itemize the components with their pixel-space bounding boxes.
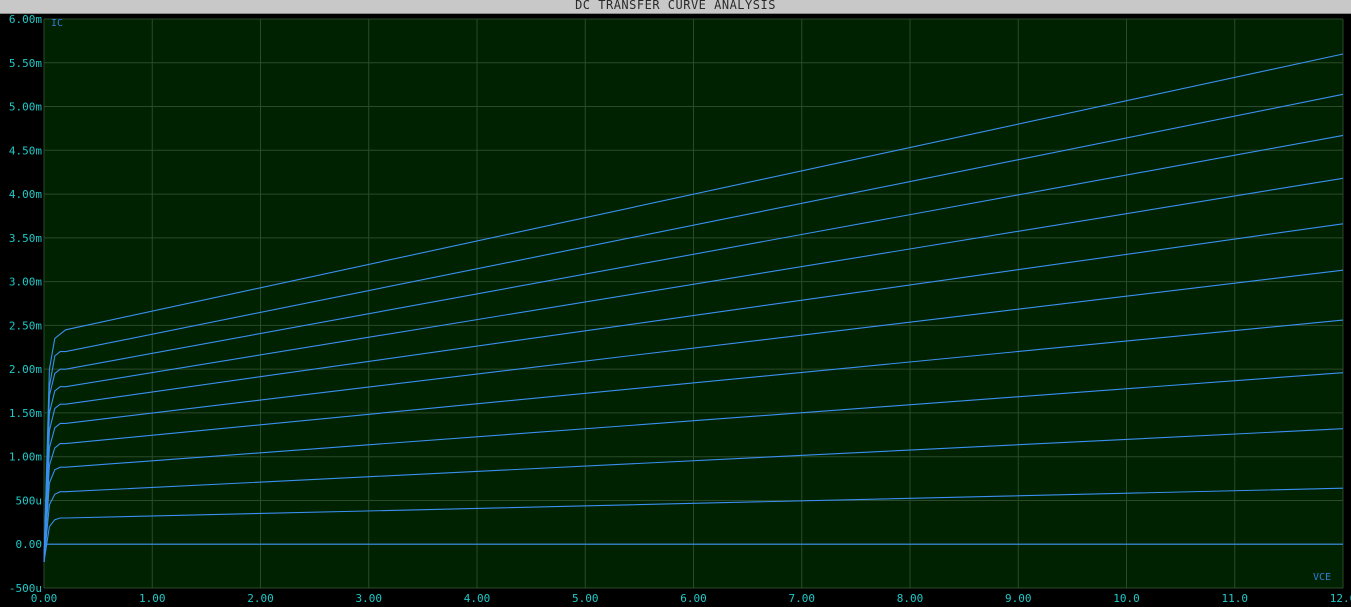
y-tick-label: 4.00m [9,188,42,201]
y-tick-label: 2.50m [9,319,42,332]
x-tick-label: 7.00 [789,592,816,605]
x-tick-label: 8.00 [897,592,924,605]
x-tick-label: 0.00 [31,592,58,605]
y-tick-label: 1.00m [9,451,42,464]
y-tick-label: 2.00m [9,363,42,376]
y-tick-label: 0.00 [16,538,43,551]
y-tick-labels: -500u0.00500u1.00m1.50m2.00m2.50m3.00m3.… [9,14,42,595]
y-tick-label: 500u [16,494,43,507]
y-tick-label: 4.50m [9,144,42,157]
x-tick-label: 2.00 [247,592,274,605]
x-tick-labels: 0.00 1.00 2.00 3.00 4.00 5.00 6.00 7.00 8.00 9.00… [31,592,1351,605]
x-tick-label: 4.00 [464,592,491,605]
x-tick-label: 6.00 [680,592,707,605]
chart-title: DC TRANSFER CURVE ANALYSIS [575,0,776,12]
y-tick-label: 5.50m [9,57,42,70]
y-tick-label: 3.00m [9,276,42,289]
y-tick-label: 6.00m [9,14,42,26]
x-tick-label: 1.00 [139,592,166,605]
chart-svg[interactable]: -500u0.00500u1.00m1.50m2.00m2.50m3.00m3.… [0,14,1351,607]
x-tick-label: 5.00 [572,592,599,605]
y-tick-label: 3.50m [9,232,42,245]
x-tick-label: 11.0 [1222,592,1249,605]
y-axis-name: IC [51,18,63,29]
x-tick-label: 10.0 [1113,592,1140,605]
x-tick-label: 12.0 [1330,592,1351,605]
graph-panel[interactable]: -500u 0.00 500u 1.00m 1.50m 2.00m 2.50m 3.00m 3.… [0,14,1351,607]
y-tick-label: 5.00m [9,101,42,114]
x-axis-name: VCE [1313,572,1331,583]
x-tick-label: 9.00 [1005,592,1032,605]
title-bar: DC TRANSFER CURVE ANALYSIS [0,0,1351,14]
y-tick-label: 1.50m [9,407,42,420]
x-tick-label: 3.00 [356,592,383,605]
